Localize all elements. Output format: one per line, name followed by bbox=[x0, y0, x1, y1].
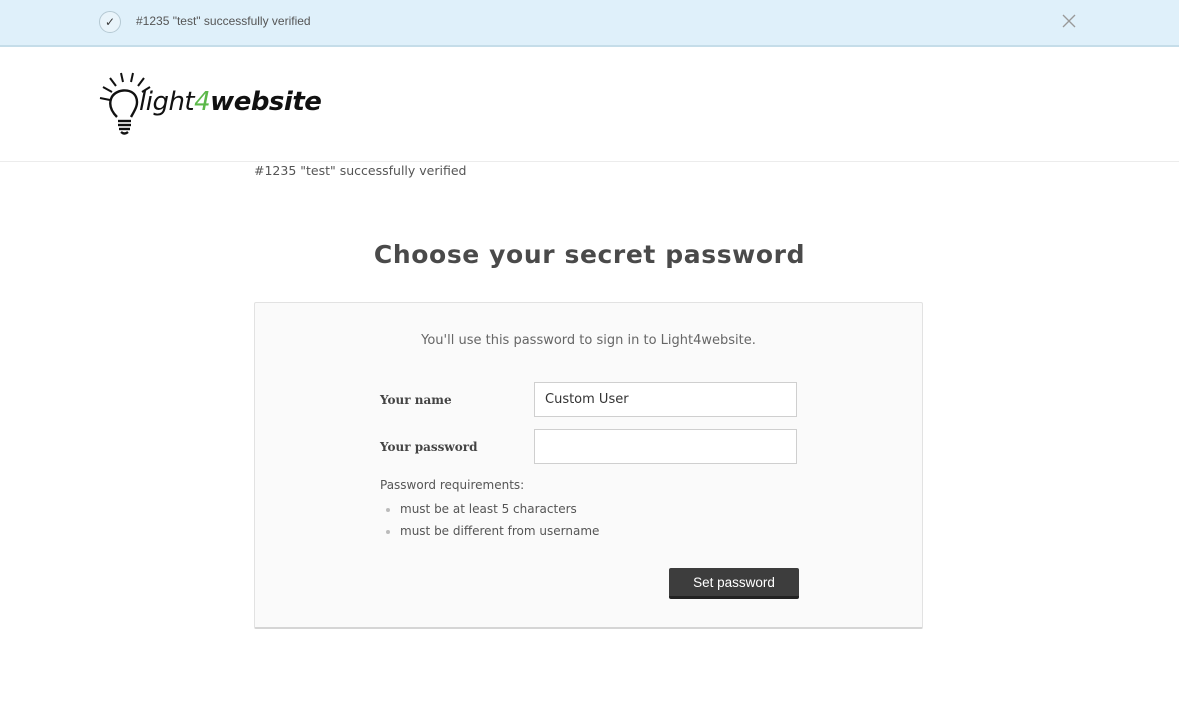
form-subtitle: You'll use this password to sign in to L… bbox=[421, 333, 756, 348]
requirement-item: must be different from username bbox=[380, 523, 599, 545]
name-label: Your name bbox=[380, 393, 452, 407]
header: light4website bbox=[0, 49, 1179, 162]
logo-wordmark: light4website bbox=[139, 87, 322, 117]
set-password-button[interactable]: Set password bbox=[669, 568, 799, 599]
logo[interactable]: light4website bbox=[97, 71, 337, 137]
verified-message: #1235 "test" successfully verified bbox=[254, 163, 467, 178]
requirements-title: Password requirements: bbox=[380, 478, 525, 492]
requirements-list: must be at least 5 characters must be di… bbox=[380, 501, 599, 545]
page-title: Choose your secret password bbox=[373, 240, 806, 269]
check-icon: ✓ bbox=[99, 11, 121, 33]
bullet-icon bbox=[386, 530, 390, 534]
bullet-icon bbox=[386, 508, 390, 512]
notification-message: #1235 "test" successfully verified bbox=[136, 14, 311, 28]
password-input[interactable] bbox=[534, 429, 797, 464]
notification-bar: ✓ #1235 "test" successfully verified bbox=[0, 0, 1179, 47]
password-form-panel: You'll use this password to sign in to L… bbox=[254, 302, 923, 629]
requirement-item: must be at least 5 characters bbox=[380, 501, 599, 523]
name-input[interactable] bbox=[534, 382, 797, 417]
close-icon[interactable] bbox=[1061, 13, 1077, 29]
password-label: Your password bbox=[380, 440, 478, 454]
